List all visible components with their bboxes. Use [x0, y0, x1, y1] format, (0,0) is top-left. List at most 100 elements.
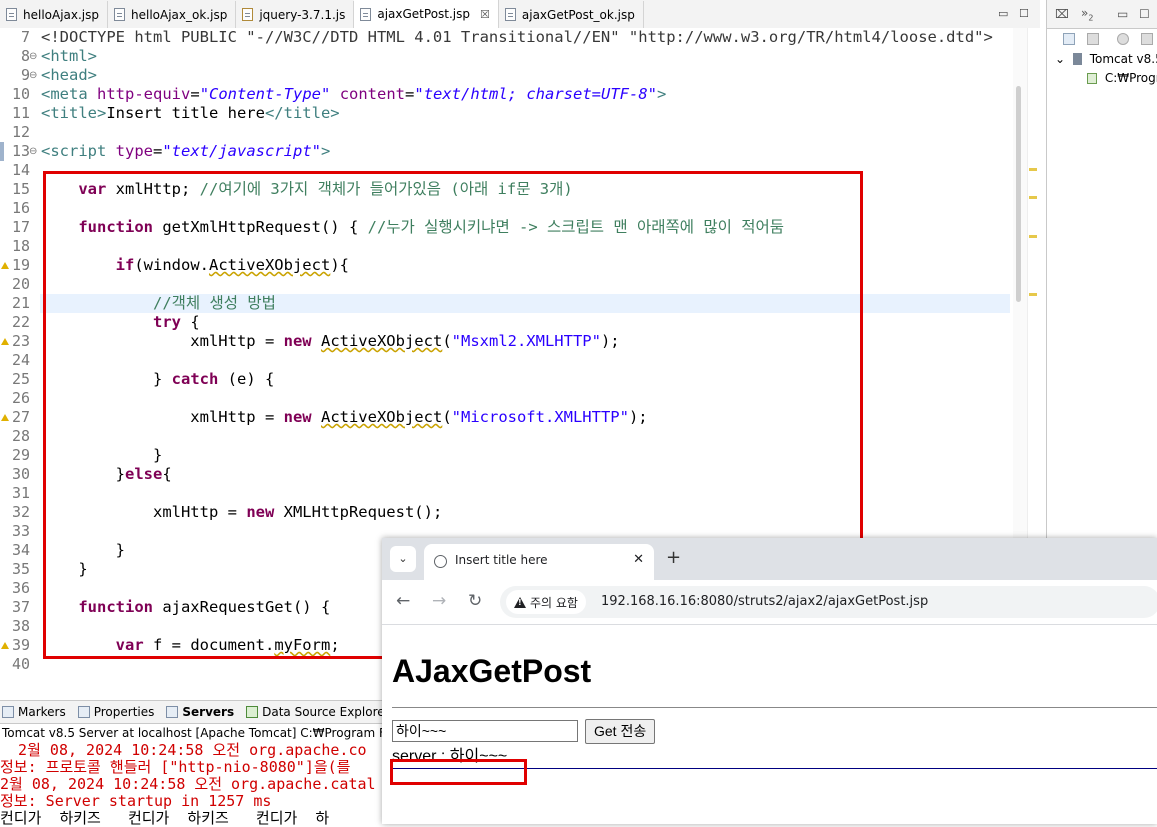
- line-number-gutter: 7 8 ⊖ 9 ⊖ 10 11 12 13 ⊖ 14 15 16 17 18 19 20 21 22 23 24 25 26…: [0, 28, 40, 676]
- get-submit-button[interactable]: Get 전송: [585, 719, 656, 744]
- browser-tab-title: Insert title here: [455, 553, 548, 567]
- collapse-all-icon[interactable]: [1063, 33, 1075, 45]
- new-tab-button[interactable]: +: [666, 547, 681, 568]
- tree-item-tomcat-server[interactable]: ⌄ Tomcat v8.5: [1055, 52, 1157, 66]
- editor-tab-label: ajaxGetPost_ok.jsp: [521, 7, 635, 22]
- line-number: 13: [11, 142, 30, 160]
- warning-icon[interactable]: [1, 642, 9, 649]
- result-highlight-box: [390, 759, 527, 785]
- editor-tab[interactable]: jquery-3.7.1.js: [236, 1, 355, 28]
- security-indicator[interactable]: 주의 요함: [506, 590, 586, 614]
- tab-servers[interactable]: Servers: [166, 705, 234, 719]
- side-panel-minimize-button[interactable]: ▭: [1117, 7, 1128, 21]
- line-number: 17: [11, 218, 30, 236]
- tab-data-source-explorer[interactable]: Data Source Explorer: [246, 705, 390, 719]
- line-number: 16: [11, 199, 30, 217]
- overflow-count: 2: [1088, 13, 1094, 23]
- line-number: 37: [11, 598, 30, 616]
- expand-chevron-icon[interactable]: ⌄: [1055, 52, 1065, 66]
- close-icon[interactable]: ☒: [480, 8, 490, 21]
- line-number: 9: [20, 66, 30, 84]
- tab-overflow-button[interactable]: »2: [1081, 6, 1093, 22]
- editor-tab-label: ajaxGetPost.jsp: [377, 7, 471, 21]
- fold-toggle-icon[interactable]: ⊖: [29, 47, 37, 66]
- line-number: 7: [20, 28, 30, 46]
- warning-icon[interactable]: [1, 414, 9, 421]
- line-number: 34: [11, 541, 30, 559]
- editor-tab-label: jquery-3.7.1.js: [259, 7, 346, 22]
- tab-label: Data Source Explorer: [262, 705, 390, 719]
- fold-toggle-icon[interactable]: ⊖: [29, 142, 37, 161]
- tree-item-server-path[interactable]: C:₩Progra: [1087, 71, 1157, 85]
- code-line[interactable]: <script type="text/javascript">: [41, 142, 330, 161]
- line-number: 15: [11, 180, 30, 198]
- tab-search-button[interactable]: ⌄: [390, 546, 416, 572]
- tab-properties[interactable]: Properties: [77, 705, 155, 719]
- tab-label: Properties: [93, 705, 155, 719]
- warning-icon: [514, 596, 526, 608]
- editor-tab-label: helloAjax.jsp: [23, 7, 100, 22]
- code-line[interactable]: <html>: [41, 47, 97, 66]
- address-bar[interactable]: 주의 요함 192.168.16.16:8080/struts2/ajax2/a…: [500, 586, 1157, 618]
- divider: [392, 707, 1157, 708]
- message-input[interactable]: 하이~~~: [392, 720, 578, 742]
- editor-tab[interactable]: ajaxGetPost_ok.jsp: [499, 1, 644, 28]
- line-number: 12: [11, 123, 30, 141]
- scrollbar-thumb[interactable]: [1016, 86, 1021, 302]
- close-icon[interactable]: ⌧: [1055, 7, 1069, 21]
- line-number: 31: [11, 484, 30, 502]
- browser-window: ⌄ Insert title here ✕ + ← → ↻ 주의 요함 192.…: [382, 538, 1157, 824]
- browser-tab[interactable]: Insert title here ✕: [424, 544, 654, 580]
- overview-warning-marker[interactable]: [1029, 168, 1037, 171]
- line-number: 20: [11, 275, 30, 293]
- url-text[interactable]: 192.168.16.16:8080/struts2/ajax2/ajaxGet…: [601, 594, 928, 609]
- code-line[interactable]: <meta http-equiv="Content-Type" content=…: [41, 85, 666, 104]
- warning-icon[interactable]: [1, 338, 9, 345]
- side-panel-toolbar: [1047, 29, 1157, 51]
- line-number: 38: [11, 617, 30, 635]
- line-number: 30: [11, 465, 30, 483]
- tab-markers[interactable]: Markers: [2, 705, 66, 719]
- file-icon: [114, 8, 126, 21]
- side-panel-maximize-button[interactable]: ☐: [1139, 7, 1150, 21]
- line-number: 24: [11, 351, 30, 369]
- tab-label: Markers: [18, 705, 66, 719]
- back-button[interactable]: ←: [396, 591, 410, 611]
- line-number: 29: [11, 446, 30, 464]
- server-icon: [1072, 53, 1082, 65]
- line-number: 10: [11, 85, 30, 103]
- markers-icon: [2, 706, 14, 718]
- line-number: 26: [11, 389, 30, 407]
- editor-tab[interactable]: helloAjax_ok.jsp: [108, 1, 237, 28]
- browser-toolbar: ← → ↻ 주의 요함 192.168.16.16:8080/struts2/a…: [382, 580, 1157, 625]
- remove-icon[interactable]: [1087, 33, 1099, 45]
- warning-icon[interactable]: [1, 262, 9, 269]
- editor-tab[interactable]: ajaxGetPost.jsp ☒: [354, 0, 499, 28]
- stop-server-icon[interactable]: [1141, 33, 1153, 45]
- reload-button[interactable]: ↻: [468, 591, 482, 611]
- tab-label: Servers: [182, 705, 235, 719]
- overview-warning-marker[interactable]: [1029, 293, 1037, 296]
- line-number: 33: [11, 522, 30, 540]
- start-server-icon[interactable]: [1117, 33, 1129, 45]
- tree-item-label: Tomcat v8.5: [1089, 52, 1157, 66]
- overview-warning-marker[interactable]: [1029, 196, 1037, 199]
- code-line[interactable]: <!DOCTYPE html PUBLIC "-//W3C//DTD HTML …: [41, 28, 993, 47]
- line-number: 28: [11, 427, 30, 445]
- editor-tab-bar: helloAjax.jsp helloAjax_ok.jsp jquery-3.7.…: [0, 0, 1040, 29]
- close-tab-button[interactable]: ✕: [633, 552, 644, 567]
- line-number: 32: [11, 503, 30, 521]
- file-icon: [360, 7, 372, 21]
- fold-toggle-icon[interactable]: ⊖: [29, 66, 37, 85]
- code-line[interactable]: <title>Insert title here</title>: [41, 104, 340, 123]
- forward-button[interactable]: →: [432, 591, 446, 611]
- overview-warning-marker[interactable]: [1029, 235, 1037, 238]
- editor-minimize-button[interactable]: ▭: [998, 7, 1008, 20]
- editor-tab[interactable]: helloAjax.jsp: [0, 1, 109, 28]
- servers-icon: [166, 706, 179, 718]
- line-number: 36: [11, 579, 30, 597]
- code-line[interactable]: <head>: [41, 66, 97, 85]
- editor-maximize-button[interactable]: ☐: [1019, 7, 1029, 20]
- data-source-icon: [246, 706, 259, 718]
- line-number: 35: [11, 560, 30, 578]
